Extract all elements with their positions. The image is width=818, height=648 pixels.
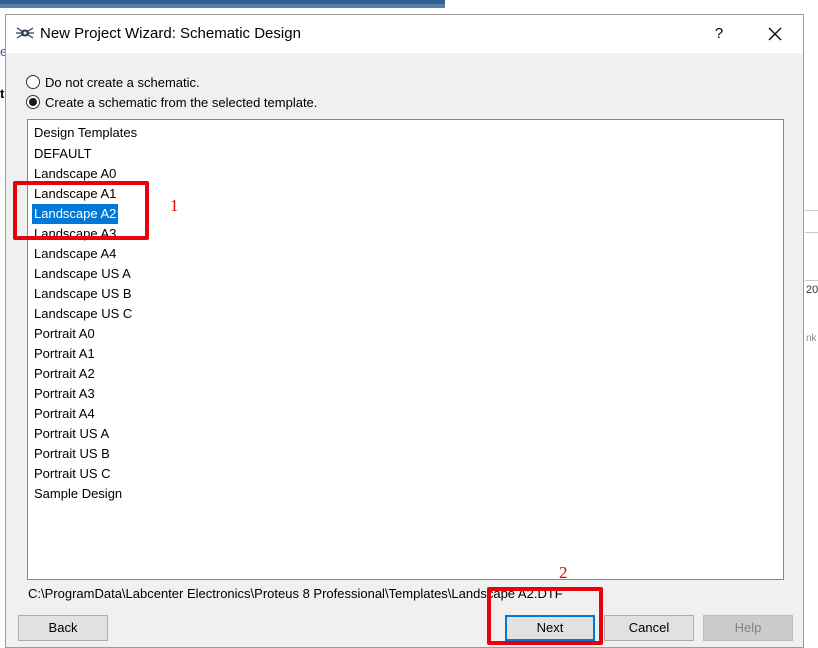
template-item[interactable]: Portrait US B bbox=[34, 444, 110, 464]
option-from-template[interactable]: Create a schematic from the selected tem… bbox=[26, 93, 317, 111]
template-path: C:\ProgramData\Labcenter Electronics\Pro… bbox=[28, 586, 563, 601]
dialog-title: New Project Wizard: Schematic Design bbox=[40, 25, 301, 42]
template-item[interactable]: Landscape US C bbox=[34, 304, 132, 324]
annotation-label-step2: 2 bbox=[559, 563, 568, 582]
background-divider bbox=[805, 232, 818, 233]
option-no-schematic[interactable]: Do not create a schematic. bbox=[26, 73, 200, 91]
option-no-schematic-label: Do not create a schematic. bbox=[45, 74, 200, 90]
annotation-box-step1 bbox=[13, 181, 149, 240]
template-item[interactable]: Landscape US A bbox=[34, 264, 131, 284]
template-item[interactable]: Portrait A0 bbox=[34, 324, 95, 344]
option-from-template-label: Create a schematic from the selected tem… bbox=[45, 94, 318, 110]
annotation-box-step2 bbox=[487, 587, 603, 645]
template-item[interactable]: Portrait A4 bbox=[34, 404, 95, 424]
template-item[interactable]: Portrait US A bbox=[34, 424, 109, 444]
template-item[interactable]: Portrait US C bbox=[34, 464, 111, 484]
background-divider bbox=[805, 210, 818, 211]
proteus-app-icon bbox=[16, 27, 34, 39]
cancel-button[interactable]: Cancel bbox=[604, 615, 694, 641]
dialog-titlebar: New Project Wizard: Schematic Design ? bbox=[6, 15, 803, 53]
template-item[interactable]: Portrait A2 bbox=[34, 364, 95, 384]
annotation-label-step1: 1 bbox=[170, 196, 179, 215]
background-right-strip bbox=[805, 14, 818, 648]
back-button[interactable]: Back bbox=[18, 615, 108, 641]
background-window-accent bbox=[0, 0, 445, 4]
background-divider bbox=[805, 280, 818, 281]
help-button[interactable]: Help bbox=[703, 615, 793, 641]
title-help-button[interactable]: ? bbox=[708, 23, 730, 45]
template-item[interactable]: Portrait A1 bbox=[34, 344, 95, 364]
template-item[interactable]: Sample Design bbox=[34, 484, 122, 504]
radio-no-schematic[interactable] bbox=[26, 75, 40, 89]
template-item[interactable]: Landscape US B bbox=[34, 284, 132, 304]
template-item[interactable]: DEFAULT bbox=[34, 144, 92, 164]
background-number: 20 bbox=[806, 284, 818, 296]
new-project-wizard-dialog: New Project Wizard: Schematic Design ? D… bbox=[5, 14, 804, 648]
template-item[interactable]: Portrait A3 bbox=[34, 384, 95, 404]
background-faded-text: nk bbox=[806, 333, 817, 344]
templates-header: Design Templates bbox=[34, 125, 138, 140]
background-text-fragment: t bbox=[0, 86, 5, 101]
radio-from-template[interactable] bbox=[26, 95, 40, 109]
template-item[interactable]: Landscape A4 bbox=[34, 244, 116, 264]
close-icon[interactable] bbox=[764, 23, 786, 45]
